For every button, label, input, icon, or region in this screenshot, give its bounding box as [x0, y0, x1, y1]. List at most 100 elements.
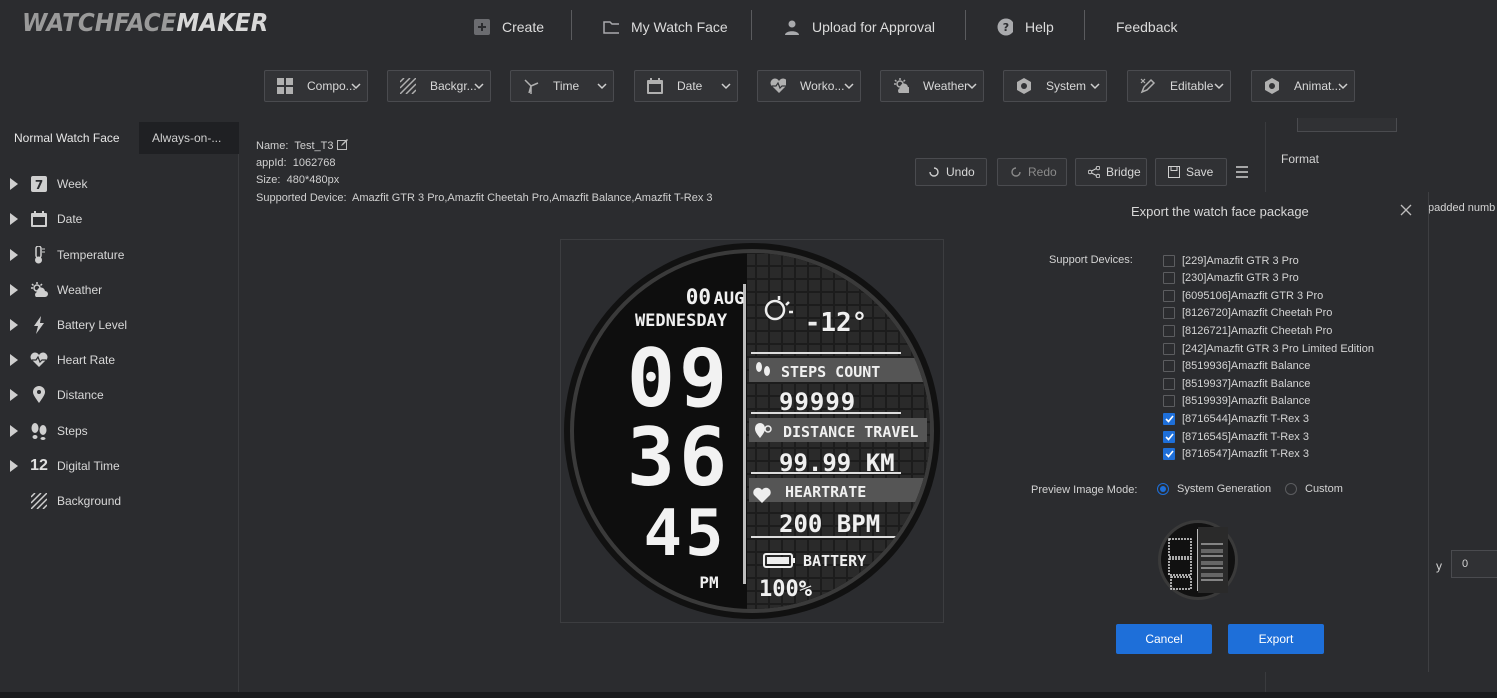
cancel-button[interactable]: Cancel [1116, 624, 1212, 654]
nav-divider [965, 10, 966, 40]
device-checkbox-row[interactable]: [230]Amazfit GTR 3 Pro [1163, 269, 1299, 286]
checkbox[interactable] [1163, 254, 1175, 267]
checkbox[interactable] [1163, 359, 1175, 372]
undo-button[interactable]: Undo [915, 158, 987, 186]
weather-icon [893, 78, 909, 94]
tree-item-battery[interactable]: Battery Level [0, 311, 239, 339]
edit-name-icon[interactable] [336, 139, 348, 152]
checkbox[interactable] [1163, 377, 1175, 390]
checkbox[interactable] [1163, 394, 1175, 407]
lightning-icon [29, 315, 49, 335]
tool-weather[interactable]: Weather [880, 70, 984, 102]
device-checkbox-row[interactable]: [8126721]Amazfit Cheetah Pro [1163, 322, 1332, 339]
tab-normal-watch-face[interactable]: Normal Watch Face [0, 122, 139, 154]
expand-arrow-icon[interactable] [10, 354, 18, 366]
tree-item-temperature[interactable]: Temperature [0, 241, 239, 269]
bridge-button[interactable]: Bridge [1075, 158, 1147, 186]
device-label: [8716544]Amazfit T-Rex 3 [1182, 412, 1309, 425]
nav-divider [1084, 10, 1085, 40]
menu-icon[interactable] [1235, 166, 1249, 181]
device-checkbox-row[interactable]: [8519936]Amazfit Balance [1163, 357, 1310, 374]
tab-always-on[interactable]: Always-on-... [139, 122, 239, 154]
device-checkbox-row[interactable]: [8126720]Amazfit Cheetah Pro [1163, 304, 1332, 321]
device-label: [6095106]Amazfit GTR 3 Pro [1182, 289, 1324, 302]
tree-item-background[interactable]: Background [0, 487, 239, 515]
checkbox-checked[interactable] [1163, 447, 1175, 460]
radio-selected[interactable] [1157, 483, 1169, 495]
redo-label: Redo [1028, 165, 1057, 179]
device-checkbox-row[interactable]: [8519937]Amazfit Balance [1163, 375, 1310, 392]
plus-square-icon [474, 19, 490, 35]
expand-arrow-icon[interactable] [10, 284, 18, 296]
tree-item-weather[interactable]: Weather [0, 276, 239, 304]
radio-unselected[interactable] [1285, 483, 1297, 495]
watch-face-canvas[interactable]: 00 AUG WEDNESDAY 09 36 45 PM -12° STEPS … [560, 239, 944, 623]
checkbox[interactable] [1163, 289, 1175, 302]
device-checkbox-row[interactable]: [229]Amazfit GTR 3 Pro [1163, 252, 1299, 269]
checkbox-checked[interactable] [1163, 430, 1175, 443]
export-dialog: Export the watch face package Support De… [1014, 192, 1429, 672]
redo-button[interactable]: Redo [997, 158, 1067, 186]
watch-month: AUG [714, 289, 745, 309]
tree-item-label: Battery Level [57, 318, 128, 332]
tool-date[interactable]: Date [634, 70, 738, 102]
expand-arrow-icon[interactable] [10, 178, 18, 190]
device-checkbox-row[interactable]: [8716545]Amazfit T-Rex 3 [1163, 428, 1309, 445]
tree-item-date[interactable]: Date [0, 205, 239, 233]
watch-face-preview: 00 AUG WEDNESDAY 09 36 45 PM -12° STEPS … [564, 243, 940, 619]
hatch-icon [29, 491, 49, 511]
checkbox-checked[interactable] [1163, 412, 1175, 425]
expand-arrow-icon[interactable] [10, 249, 18, 261]
tool-system[interactable]: System [1003, 70, 1107, 102]
nav-feedback[interactable]: Feedback [1116, 14, 1177, 40]
weather-icon [29, 280, 49, 300]
nav-create[interactable]: Create [474, 14, 544, 40]
tool-editable[interactable]: Editable [1127, 70, 1231, 102]
tree-item-heart-rate[interactable]: Heart Rate [0, 346, 239, 374]
radio-custom[interactable]: Custom [1285, 483, 1343, 495]
tool-animation[interactable]: Animat... [1251, 70, 1355, 102]
nav-my-watch-face[interactable]: My Watch Face [603, 14, 728, 40]
expand-arrow-icon[interactable] [10, 213, 18, 225]
tree-item-week[interactable]: 7 Week [0, 170, 239, 198]
expand-arrow-icon[interactable] [10, 425, 18, 437]
checkbox[interactable] [1163, 271, 1175, 284]
nav-upload[interactable]: Upload for Approval [784, 14, 935, 40]
y-input[interactable]: 0 [1451, 550, 1497, 578]
expand-arrow-icon[interactable] [10, 319, 18, 331]
watch-temp: -12° [805, 308, 868, 338]
nav-my-watch-face-label: My Watch Face [631, 19, 728, 35]
property-field[interactable] [1297, 118, 1397, 132]
export-label: Export [1258, 632, 1294, 646]
svg-text:?: ? [1003, 21, 1009, 34]
checkbox[interactable] [1163, 324, 1175, 337]
nav-help[interactable]: ? Help [997, 14, 1054, 40]
tree-item-distance[interactable]: Distance [0, 381, 239, 409]
save-button[interactable]: Save [1155, 158, 1227, 186]
tool-label: Date [677, 79, 703, 93]
tool-workout[interactable]: Worko... [757, 70, 861, 102]
tool-background[interactable]: Backgr... [387, 70, 491, 102]
tree-item-digital-time[interactable]: 12 Digital Time [0, 452, 239, 480]
y-input-value: 0 [1462, 558, 1469, 570]
checkbox[interactable] [1163, 306, 1175, 319]
tool-time[interactable]: Time [510, 70, 614, 102]
size-value: 480*480px [286, 174, 340, 186]
device-checkbox-row[interactable]: [8716547]Amazfit T-Rex 3 [1163, 445, 1309, 462]
device-checkbox-row[interactable]: [8716544]Amazfit T-Rex 3 [1163, 410, 1309, 427]
watch-battery-label: BATTERY [803, 552, 866, 570]
digital-time-icon: 12 [30, 457, 48, 474]
radio-system-generation[interactable]: System Generation [1157, 483, 1271, 495]
tool-components[interactable]: Compo... [264, 70, 368, 102]
device-checkbox-row[interactable]: [6095106]Amazfit GTR 3 Pro [1163, 287, 1323, 304]
location-pin-icon [29, 385, 49, 405]
expand-arrow-icon[interactable] [10, 460, 18, 472]
device-checkbox-row[interactable]: [242]Amazfit GTR 3 Pro Limited Edition [1163, 340, 1374, 357]
expand-arrow-icon[interactable] [10, 389, 18, 401]
close-icon[interactable] [1400, 204, 1412, 219]
footprints-icon [29, 421, 49, 441]
export-button[interactable]: Export [1228, 624, 1324, 654]
device-checkbox-row[interactable]: [8519939]Amazfit Balance [1163, 392, 1310, 409]
tree-item-steps[interactable]: Steps [0, 417, 239, 445]
checkbox[interactable] [1163, 342, 1175, 355]
